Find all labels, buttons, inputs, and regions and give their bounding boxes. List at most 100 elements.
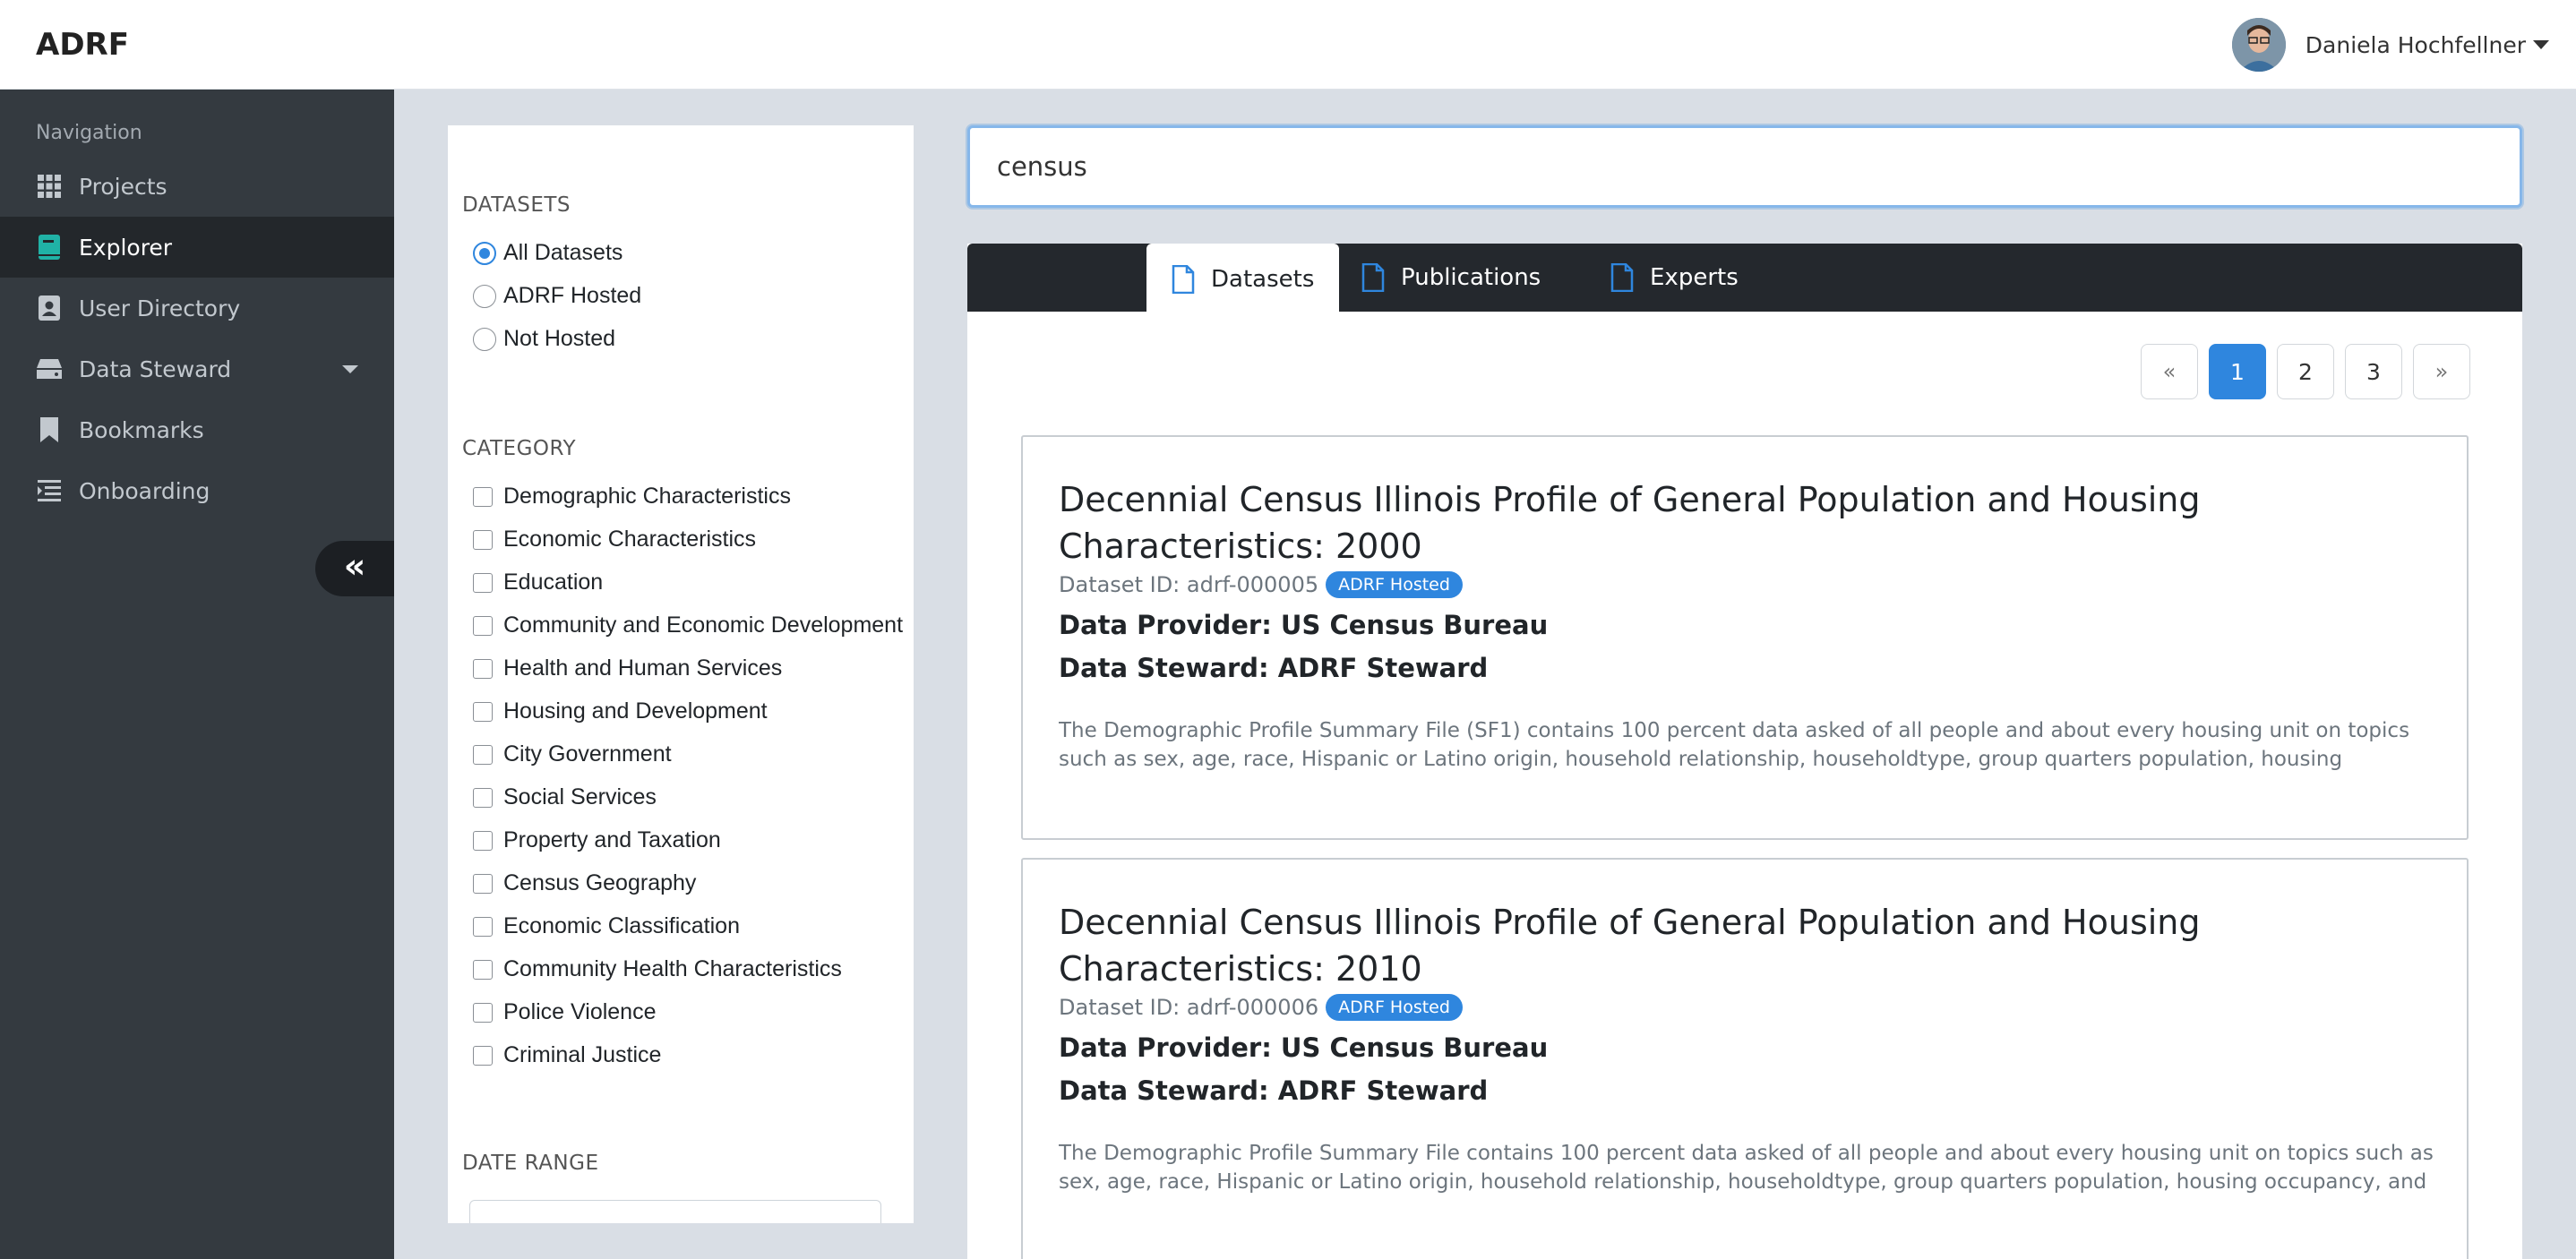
sidebar-item-explorer[interactable]: Explorer <box>0 217 394 278</box>
radio-all-datasets[interactable]: All Datasets <box>473 240 623 266</box>
brand-logo[interactable]: ADRF <box>36 27 129 63</box>
dataset-id: Dataset ID: adrf-000006 <box>1059 995 1319 1020</box>
document-icon <box>1172 264 1195 295</box>
category-label: Community and Economic Development <box>503 612 904 638</box>
category-label: Demographic Characteristics <box>503 484 791 509</box>
category-label: City Government <box>503 741 672 767</box>
radio-adrf-hosted[interactable]: ADRF Hosted <box>473 283 641 309</box>
list-indent-icon <box>36 477 63 504</box>
hosted-badge: ADRF Hosted <box>1326 571 1463 598</box>
category-label: Police Violence <box>503 999 657 1024</box>
checkbox[interactable] <box>473 916 493 937</box>
date-range-input[interactable] <box>469 1200 881 1223</box>
category-checkbox[interactable]: Community Health Characteristics <box>473 956 842 982</box>
results-tabs: Datasets Publications Experts <box>967 244 2522 315</box>
user-name[interactable]: Daniela Hochfellner <box>2306 32 2526 58</box>
pagination-next-button[interactable]: » <box>2413 344 2470 399</box>
category-checkbox[interactable]: Social Services <box>473 784 657 810</box>
pagination-page-2[interactable]: 2 <box>2277 344 2334 399</box>
category-checkbox[interactable]: Criminal Justice <box>473 1042 661 1068</box>
pagination-page-3[interactable]: 3 <box>2345 344 2402 399</box>
chevron-down-icon[interactable] <box>2533 40 2549 49</box>
dataset-description: The Demographic Profile Summary File (SF… <box>1059 719 2410 771</box>
category-label: Property and Taxation <box>503 827 721 852</box>
dataset-title[interactable]: Decennial Census Illinois Profile of Gen… <box>1059 476 2438 570</box>
user-menu[interactable]: Daniela Hochfellner <box>2231 18 2549 72</box>
category-label: Health and Human Services <box>503 655 783 681</box>
document-icon <box>1361 262 1385 293</box>
category-checkbox[interactable]: Police Violence <box>473 999 656 1025</box>
filter-panel: DATASETS All Datasets ADRF Hosted Not Ho… <box>448 125 914 1223</box>
checkbox[interactable] <box>473 1045 493 1066</box>
tab-experts[interactable]: Experts <box>1585 244 1764 312</box>
category-label: Economic Classification <box>503 913 740 938</box>
checkbox[interactable] <box>473 572 493 593</box>
checkbox[interactable] <box>473 787 493 808</box>
dataset-description: The Demographic Profile Summary File con… <box>1059 1142 2434 1194</box>
results-panel: Datasets Publications Experts « 1 2 3 » … <box>967 244 2522 1259</box>
hard-drive-icon <box>36 355 63 382</box>
checkbox[interactable] <box>473 959 493 980</box>
radio-button[interactable] <box>473 241 496 265</box>
sidebar: Navigation Projects Explorer User Direct… <box>0 90 394 1259</box>
category-label: Education <box>503 570 604 595</box>
sidebar-item-label: Projects <box>79 173 167 200</box>
data-steward: Data Steward: ADRF Steward <box>1059 1075 1489 1106</box>
category-label: Housing and Development <box>503 698 768 724</box>
hosted-badge: ADRF Hosted <box>1326 994 1463 1021</box>
tab-publications[interactable]: Publications <box>1336 244 1566 312</box>
category-checkbox[interactable]: City Government <box>473 741 672 767</box>
pagination-page-1[interactable]: 1 <box>2209 344 2266 399</box>
tab-datasets[interactable]: Datasets <box>1146 244 1340 315</box>
checkbox[interactable] <box>473 873 493 894</box>
collapse-sidebar-button[interactable]: « <box>315 541 394 596</box>
data-steward: Data Steward: ADRF Steward <box>1059 653 1489 683</box>
checkbox[interactable] <box>473 615 493 636</box>
dataset-card[interactable]: Decennial Census Illinois Profile of Gen… <box>1021 858 2469 1259</box>
grid-icon <box>36 173 63 200</box>
category-checkbox[interactable]: Education <box>473 570 603 595</box>
category-checkbox[interactable]: Economic Classification <box>473 913 740 939</box>
category-checkbox[interactable]: Economic Characteristics <box>473 527 756 552</box>
data-provider: Data Provider: US Census Bureau <box>1059 1032 1549 1063</box>
category-filter-title: CATEGORY <box>462 437 577 460</box>
double-chevron-left-icon: « <box>343 546 366 586</box>
sidebar-item-projects[interactable]: Projects <box>0 156 394 217</box>
category-checkbox[interactable]: Health and Human Services <box>473 655 782 681</box>
sidebar-item-bookmarks[interactable]: Bookmarks <box>0 399 394 460</box>
radio-not-hosted[interactable]: Not Hosted <box>473 326 615 352</box>
sidebar-item-data-steward[interactable]: Data Steward <box>0 338 394 399</box>
dataset-card[interactable]: Decennial Census Illinois Profile of Gen… <box>1021 435 2469 840</box>
datasets-filter-title: DATASETS <box>462 193 571 217</box>
sidebar-item-label: Onboarding <box>79 477 210 504</box>
checkbox[interactable] <box>473 486 493 507</box>
checkbox[interactable] <box>473 658 493 679</box>
checkbox[interactable] <box>473 701 493 722</box>
dataset-meta: Dataset ID: adrf-000005 ADRF Hosted <box>1059 571 2431 598</box>
category-label: Economic Characteristics <box>503 527 757 552</box>
search-input[interactable] <box>967 125 2522 208</box>
radio-button[interactable] <box>473 327 496 351</box>
radio-label: All Datasets <box>503 240 623 265</box>
document-icon <box>1610 262 1634 293</box>
chevron-down-icon[interactable] <box>342 365 358 373</box>
dataset-title[interactable]: Decennial Census Illinois Profile of Gen… <box>1059 899 2438 992</box>
user-avatar[interactable] <box>2231 18 2286 72</box>
radio-button[interactable] <box>473 284 496 308</box>
checkbox[interactable] <box>473 744 493 765</box>
top-bar: ADRF Daniela Hochfellner <box>0 0 2576 90</box>
checkbox[interactable] <box>473 830 493 851</box>
category-checkbox[interactable]: Census Geography <box>473 870 696 896</box>
category-checkbox[interactable]: Property and Taxation <box>473 827 721 853</box>
checkbox[interactable] <box>473 529 493 550</box>
category-checkbox[interactable]: Demographic Characteristics <box>473 484 791 510</box>
sidebar-item-onboarding[interactable]: Onboarding <box>0 460 394 521</box>
data-provider: Data Provider: US Census Bureau <box>1059 610 1549 640</box>
dataset-meta: Dataset ID: adrf-000006 ADRF Hosted <box>1059 994 2431 1021</box>
checkbox[interactable] <box>473 1002 493 1023</box>
category-checkbox[interactable]: Housing and Development <box>473 698 768 724</box>
sidebar-item-user-directory[interactable]: User Directory <box>0 278 394 338</box>
sidebar-item-label: Explorer <box>79 234 173 261</box>
category-checkbox[interactable]: Community and Economic Development <box>473 612 903 638</box>
pagination-prev-button[interactable]: « <box>2141 344 2198 399</box>
